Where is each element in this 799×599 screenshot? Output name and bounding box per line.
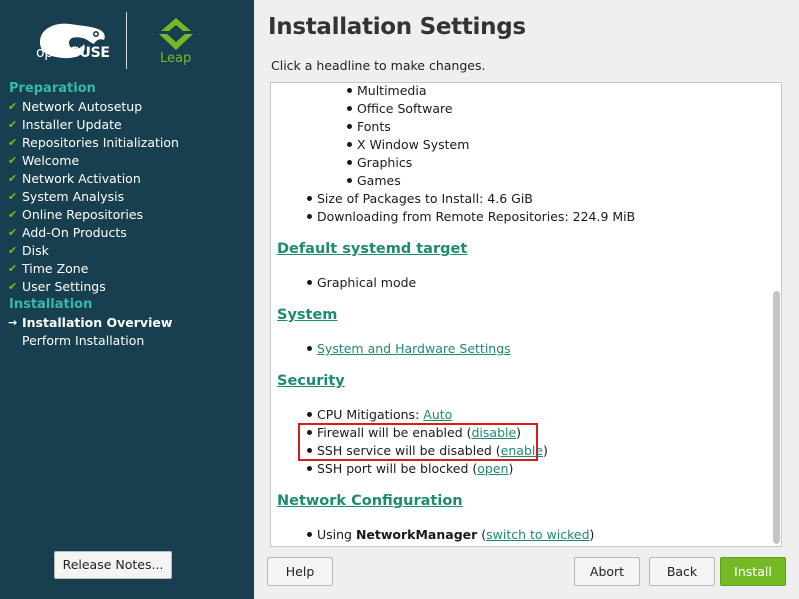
bullet-icon	[307, 532, 312, 537]
bullet-icon	[307, 214, 312, 219]
bullet-icon	[347, 88, 352, 93]
check-icon: ✔	[8, 244, 18, 257]
ssh-port-item: SSH port will be blocked (open)	[307, 461, 513, 476]
systemd-target-value: Graphical mode	[307, 275, 416, 290]
bullet-icon	[347, 160, 352, 165]
cpu-mitigations-link[interactable]: Auto	[423, 407, 452, 422]
scrollbar[interactable]	[771, 83, 781, 546]
check-icon: ✔	[8, 208, 18, 221]
bullet-icon	[307, 412, 312, 417]
check-icon: ✔	[8, 226, 18, 239]
highlight-box	[298, 423, 538, 461]
help-button[interactable]: Help	[267, 557, 333, 586]
check-icon: ✔	[8, 190, 18, 203]
arrow-right-icon: →	[8, 316, 18, 329]
section-preparation: Preparation	[9, 81, 96, 96]
step-add-on-products: ✔ Add-On Products	[8, 225, 127, 240]
bullet-icon	[347, 124, 352, 129]
step-welcome: ✔ Welcome	[8, 153, 80, 168]
bullet-icon	[307, 196, 312, 201]
system-hardware-settings-link[interactable]: System and Hardware Settings	[317, 341, 511, 356]
bullet-icon	[347, 178, 352, 183]
check-icon: ✔	[8, 262, 18, 275]
check-icon: ✔	[8, 280, 18, 293]
step-online-repositories: ✔ Online Repositories	[8, 207, 144, 222]
switch-to-wicked-link[interactable]: switch to wicked	[486, 527, 589, 542]
step-installer-update: ✔ Installer Update	[8, 117, 122, 132]
download-size: Downloading from Remote Repositories: 22…	[307, 209, 635, 224]
package-size: Size of Packages to Install: 4.6 GiB	[307, 191, 533, 206]
list-item: Graphics	[347, 155, 412, 170]
logo-area: openSUSE Leap	[0, 0, 254, 80]
bullet-icon	[307, 280, 312, 285]
system-settings-item: System and Hardware Settings	[307, 341, 511, 356]
step-network-activation: ✔ Network Activation	[8, 171, 141, 186]
step-disk: ✔ Disk	[8, 243, 49, 258]
sidebar: openSUSE Leap Preparation ✔ Network Autos…	[0, 0, 254, 599]
check-icon: ✔	[8, 154, 18, 167]
scrollbar-thumb[interactable]	[773, 291, 780, 544]
step-user-settings: ✔ User Settings	[8, 279, 106, 294]
step-repositories-initialization: ✔ Repositories Initialization	[8, 135, 179, 150]
list-item: X Window System	[347, 137, 469, 152]
step-time-zone: ✔ Time Zone	[8, 261, 89, 276]
bullet-icon	[307, 346, 312, 351]
section-installation: Installation	[9, 297, 93, 312]
step-perform-installation: Perform Installation	[22, 333, 145, 348]
heading-network-configuration[interactable]: Network Configuration	[277, 493, 463, 509]
opensuse-wordmark: openSUSE	[36, 45, 110, 61]
ssh-port-open-link[interactable]: open	[477, 461, 508, 476]
install-button[interactable]: Install	[720, 557, 786, 586]
step-network-autosetup: ✔ Network Autosetup	[8, 99, 143, 114]
release-notes-button[interactable]: Release Notes...	[54, 551, 172, 579]
heading-security[interactable]: Security	[277, 373, 345, 389]
bullet-icon	[307, 466, 312, 471]
check-icon: ✔	[8, 118, 18, 131]
logo-divider	[126, 12, 127, 69]
leap-wordmark: Leap	[160, 51, 192, 66]
heading-default-systemd-target[interactable]: Default systemd target	[277, 241, 467, 257]
check-icon: ✔	[8, 100, 18, 113]
heading-system[interactable]: System	[277, 307, 337, 323]
list-item: Office Software	[347, 101, 453, 116]
network-manager-item: Using NetworkManager (switch to wicked)	[307, 527, 594, 542]
abort-button[interactable]: Abort	[574, 557, 640, 586]
installation-steps: Preparation ✔ Network Autosetup ✔ Installe…	[0, 80, 254, 350]
leap-logo-icon	[159, 18, 193, 50]
page-subtitle: Click a headline to make changes.	[271, 58, 486, 73]
step-system-analysis: ✔ System Analysis	[8, 189, 125, 204]
bullet-icon	[347, 106, 352, 111]
page-title: Installation Settings	[268, 14, 526, 40]
list-item: Games	[347, 173, 401, 188]
back-button[interactable]: Back	[649, 557, 715, 586]
check-icon: ✔	[8, 136, 18, 149]
installation-summary-panel[interactable]: Multimedia Office Software Fonts X Windo…	[270, 82, 782, 547]
cpu-mitigations-item: CPU Mitigations: Auto	[307, 407, 452, 422]
check-icon: ✔	[8, 172, 18, 185]
list-item: Multimedia	[347, 83, 427, 98]
list-item: Fonts	[347, 119, 391, 134]
bullet-icon	[347, 142, 352, 147]
step-installation-overview: → Installation Overview	[8, 315, 173, 330]
